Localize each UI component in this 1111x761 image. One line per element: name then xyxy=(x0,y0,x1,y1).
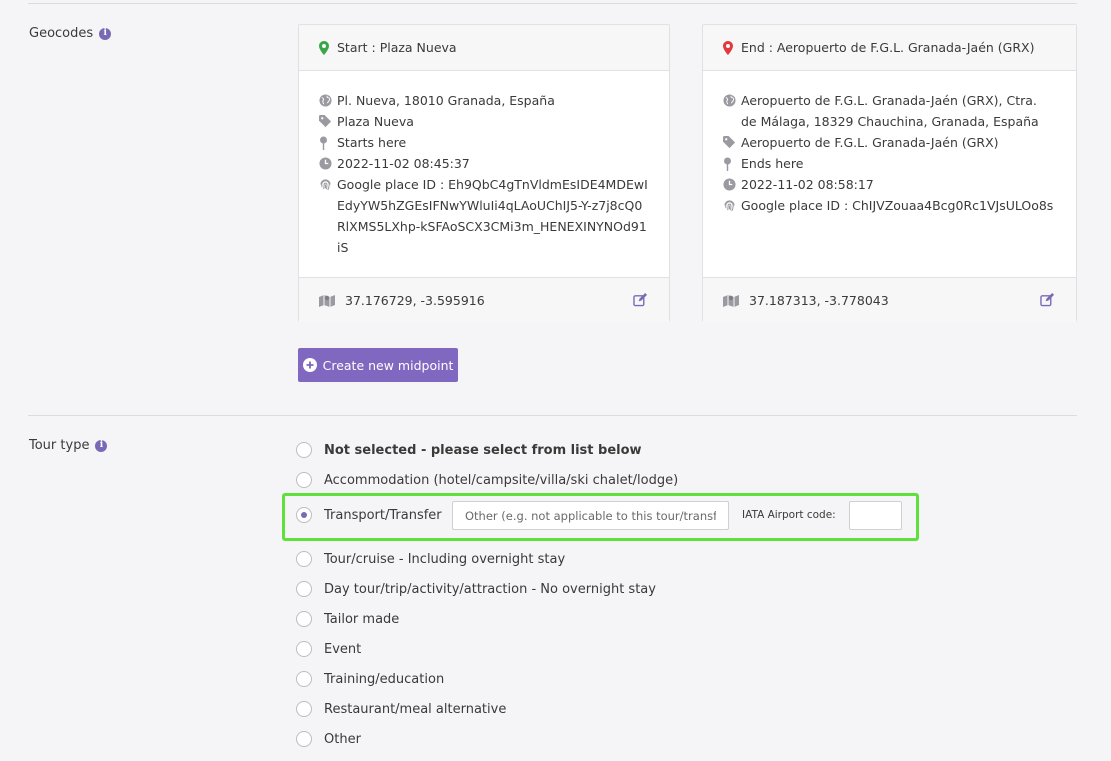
edit-icon xyxy=(1039,293,1054,307)
tag-icon xyxy=(319,115,332,128)
tour-option-restaurant[interactable]: Restaurant/meal alternative xyxy=(296,699,506,719)
clock-icon xyxy=(723,178,736,191)
end-geocode-card: End : Aeropuerto de F.G.L. Granada-Jaén … xyxy=(702,24,1077,322)
plus-circle-icon xyxy=(302,358,317,372)
option-label: Tour/cruise - Including overnight stay xyxy=(324,551,566,567)
section-divider xyxy=(28,415,1077,416)
map-pin-icon xyxy=(319,40,329,55)
end-address-line: Aeropuerto de F.G.L. Granada-Jaén (GRX),… xyxy=(723,90,1056,132)
radio-button[interactable] xyxy=(296,442,312,458)
pushpin-icon xyxy=(320,136,327,150)
create-midpoint-button[interactable]: Create new midpoint xyxy=(298,348,458,382)
start-tag-line: Plaza Nueva xyxy=(319,111,649,132)
radio-button[interactable] xyxy=(296,701,312,717)
option-label: Tailor made xyxy=(324,611,400,627)
fingerprint-icon xyxy=(724,200,735,212)
end-card-body: Aeropuerto de F.G.L. Granada-Jaén (GRX),… xyxy=(703,71,1076,277)
tour-option-accommodation[interactable]: Accommodation (hotel/campsite/villa/ski … xyxy=(296,470,678,490)
tour-option-transport[interactable]: Transport/Transfer xyxy=(296,505,442,525)
start-card-header: Start : Plaza Nueva xyxy=(299,25,669,71)
start-note-line: Starts here xyxy=(319,132,649,153)
start-address: Pl. Nueva, 18010 Granada, España xyxy=(337,93,555,108)
start-note: Starts here xyxy=(337,135,407,150)
map-pin-icon xyxy=(723,40,733,55)
tour-option-tour-cruise[interactable]: Tour/cruise - Including overnight stay xyxy=(296,549,565,569)
tour-type-label-row: Tour type i xyxy=(29,438,108,453)
end-note: Ends here xyxy=(741,156,804,171)
radio-button[interactable] xyxy=(296,581,312,597)
end-tag: Aeropuerto de F.G.L. Granada-Jaén (GRX) xyxy=(741,135,999,150)
option-label: Other xyxy=(324,731,361,747)
info-icon[interactable]: i xyxy=(95,439,108,452)
start-place-id: Google place ID : Eh9QbC4gTnVldmEsIDE4MD… xyxy=(337,177,648,255)
create-midpoint-label: Create new midpoint xyxy=(322,357,454,373)
tour-option-not-selected[interactable]: Not selected - please select from list b… xyxy=(296,440,642,460)
end-edit-button[interactable] xyxy=(1038,291,1056,309)
end-coords: 37.187313, -3.778043 xyxy=(749,292,889,308)
other-input[interactable] xyxy=(452,501,729,530)
start-coords: 37.176729, -3.595916 xyxy=(345,292,485,308)
start-edit-button[interactable] xyxy=(631,291,649,309)
end-card-footer: 37.187313, -3.778043 xyxy=(703,277,1076,322)
end-address: Aeropuerto de F.G.L. Granada-Jaén (GRX),… xyxy=(741,93,1039,129)
start-datetime: 2022-11-02 08:45:37 xyxy=(337,156,470,171)
info-icon[interactable]: i xyxy=(99,27,112,40)
start-card-footer: 37.176729, -3.595916 xyxy=(299,277,669,322)
tour-option-day-tour[interactable]: Day tour/trip/activity/attraction - No o… xyxy=(296,579,656,599)
option-label: Training/education xyxy=(324,671,445,687)
end-place-id: Google place ID : ChIJVZouaa4Bcg0Rc1VJsU… xyxy=(741,198,1054,213)
radio-button[interactable] xyxy=(296,472,312,488)
end-note-line: Ends here xyxy=(723,153,1056,174)
tag-icon xyxy=(723,136,736,149)
end-datetime-line: 2022-11-02 08:58:17 xyxy=(723,174,1056,195)
option-label: Not selected - please select from list b… xyxy=(324,442,642,458)
start-address-line: Pl. Nueva, 18010 Granada, España xyxy=(319,90,649,111)
iata-airport-code-input[interactable] xyxy=(849,501,902,530)
tour-type-label: Tour type xyxy=(29,438,90,453)
iata-airport-code-label: IATA Airport code: xyxy=(742,509,836,521)
end-datetime: 2022-11-02 08:58:17 xyxy=(741,177,874,192)
start-datetime-line: 2022-11-02 08:45:37 xyxy=(319,153,649,174)
clock-icon xyxy=(319,157,332,170)
fingerprint-icon xyxy=(320,179,331,191)
radio-button[interactable] xyxy=(296,731,312,747)
globe-icon xyxy=(723,94,736,107)
option-label: Transport/Transfer xyxy=(324,507,442,523)
start-tag: Plaza Nueva xyxy=(337,114,414,129)
top-divider xyxy=(28,3,1077,4)
start-placeid-line: Google place ID : Eh9QbC4gTnVldmEsIDE4MD… xyxy=(319,174,649,258)
map-icon xyxy=(723,295,739,307)
tour-option-training[interactable]: Training/education xyxy=(296,669,444,689)
option-label: Restaurant/meal alternative xyxy=(324,701,507,717)
map-icon xyxy=(319,295,335,307)
option-label: Event xyxy=(324,641,362,657)
geocodes-label-row: Geocodes i xyxy=(29,26,112,41)
geocodes-label: Geocodes xyxy=(29,26,94,41)
option-label: Day tour/trip/activity/attraction - No o… xyxy=(324,581,656,597)
end-tag-line: Aeropuerto de F.G.L. Granada-Jaén (GRX) xyxy=(723,132,1056,153)
radio-button[interactable] xyxy=(296,551,312,567)
radio-button-selected[interactable] xyxy=(296,507,312,523)
start-card-body: Pl. Nueva, 18010 Granada, España Plaza N… xyxy=(299,71,669,277)
end-card-title: End : Aeropuerto de F.G.L. Granada-Jaén … xyxy=(741,40,1035,55)
tour-option-event[interactable]: Event xyxy=(296,639,361,659)
start-geocode-card: Start : Plaza Nueva Pl. Nueva, 18010 Gra… xyxy=(298,24,670,322)
radio-button[interactable] xyxy=(296,611,312,627)
option-label: Accommodation (hotel/campsite/villa/ski … xyxy=(324,472,679,488)
pushpin-icon xyxy=(724,157,731,171)
globe-icon xyxy=(319,94,332,107)
radio-button[interactable] xyxy=(296,641,312,657)
start-card-title: Start : Plaza Nueva xyxy=(337,40,457,55)
end-placeid-line: Google place ID : ChIJVZouaa4Bcg0Rc1VJsU… xyxy=(723,195,1056,216)
radio-button[interactable] xyxy=(296,671,312,687)
tour-option-other[interactable]: Other xyxy=(296,729,361,749)
edit-icon xyxy=(632,293,647,307)
end-card-header: End : Aeropuerto de F.G.L. Granada-Jaén … xyxy=(703,25,1076,71)
tour-option-tailor-made[interactable]: Tailor made xyxy=(296,609,399,629)
